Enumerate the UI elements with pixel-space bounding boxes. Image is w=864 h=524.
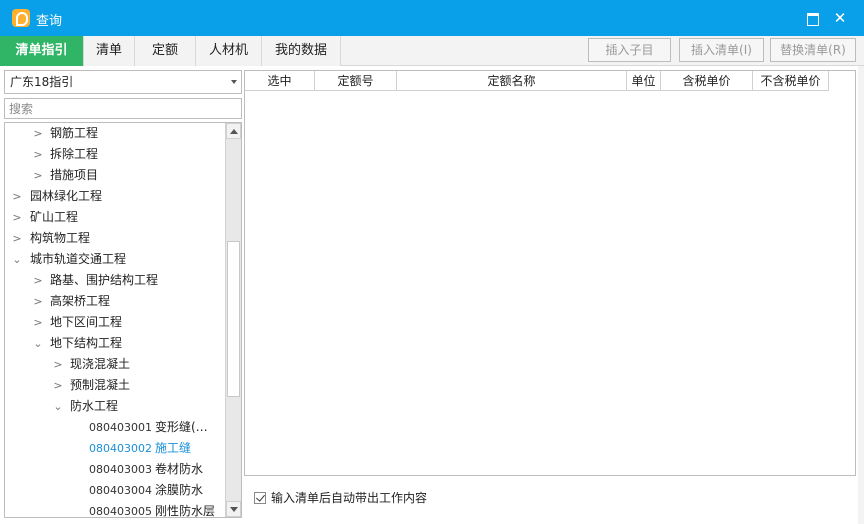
tab-labor-material-machine[interactable]: 人材机 — [196, 36, 262, 66]
tree-scrollbar[interactable] — [225, 123, 241, 517]
column-header-quota-code[interactable]: 定额号 — [315, 71, 397, 91]
tree-item[interactable]: > 高架桥工程 — [5, 291, 225, 312]
column-header-unit[interactable]: 单位 — [627, 71, 661, 91]
tree-item[interactable]: ⌄ 地下结构工程 — [5, 333, 225, 354]
auto-bring-label: 输入清单后自动带出工作内容 — [271, 491, 428, 505]
tree-item[interactable]: > 钢筋工程 — [5, 123, 225, 144]
chevron-right-icon[interactable]: > — [32, 291, 44, 312]
left-panel: 广东18指引 >钢筋工程 >拆除工程 >措施项目 >园林绿化工程 >矿山工程 >… — [4, 68, 242, 518]
tree-item[interactable]: ⌄ 防水工程 — [5, 396, 225, 417]
column-header-selected[interactable]: 选中 — [245, 71, 315, 91]
tree-leaf-item[interactable]: 080403003 卷材防水 — [5, 459, 225, 480]
query-dialog: 查询 ✕ 清单指引 清单 定额 人材机 我的数据 插入子目 插入清单(I) 替换… — [0, 0, 864, 524]
app-logo-icon — [12, 9, 30, 27]
window-edge — [858, 66, 864, 524]
auto-bring-checkbox[interactable] — [254, 492, 266, 504]
guide-library-select[interactable]: 广东18指引 — [4, 70, 242, 94]
tree-item[interactable]: > 地下区间工程 — [5, 312, 225, 333]
tab-quota[interactable]: 定额 — [135, 36, 196, 66]
title-bar: 查询 ✕ — [0, 0, 864, 36]
chevron-down-icon — [231, 80, 237, 84]
tree-item[interactable]: > 措施项目 — [5, 165, 225, 186]
tab-my-data[interactable]: 我的数据 — [262, 36, 341, 66]
tree-item[interactable]: > 矿山工程 — [5, 207, 225, 228]
tree-item[interactable]: > 现浇混凝土 — [5, 354, 225, 375]
column-header-tax-incl-price[interactable]: 含税单价 — [661, 71, 753, 91]
guide-tree: > 钢筋工程 > 拆除工程 > 措施项目 > 园林绿化工程 > 矿山工程 > 构筑物工程 ⌄… — [4, 122, 242, 518]
quota-grid: 选中 定额号 定额名称 单位 含税单价 不含税单价 — [244, 70, 856, 476]
chevron-right-icon[interactable]: > — [32, 165, 44, 186]
tree-item[interactable]: > 构筑物工程 — [5, 228, 225, 249]
scroll-down-icon[interactable] — [226, 501, 241, 517]
tab-list[interactable]: 清单 — [84, 36, 135, 66]
tree-leaf-item[interactable]: 080403001 变形缝(… — [5, 417, 225, 438]
chevron-right-icon[interactable]: > — [11, 186, 23, 207]
tree-leaf-item[interactable]: 080403005 刚性防水层 — [5, 501, 225, 517]
tab-list-guide[interactable]: 清单指引 — [0, 36, 84, 66]
tree-leaf-item-selected[interactable]: 080403002 施工缝 — [5, 438, 225, 459]
chevron-right-icon[interactable]: > — [11, 228, 23, 249]
dialog-title: 查询 — [36, 14, 63, 29]
close-icon[interactable]: ✕ — [830, 8, 850, 28]
chevron-right-icon[interactable]: > — [52, 354, 64, 375]
tree-item[interactable]: > 拆除工程 — [5, 144, 225, 165]
guide-library-value: 广东18指引 — [10, 75, 74, 89]
chevron-down-icon[interactable]: ⌄ — [52, 396, 64, 417]
tree-item[interactable]: ⌄ 城市轨道交通工程 — [5, 249, 225, 270]
insert-child-button[interactable]: 插入子目 — [588, 38, 671, 62]
tree-item[interactable]: > 路基、围护结构工程 — [5, 270, 225, 291]
scroll-up-icon[interactable] — [226, 123, 241, 139]
tab-toolbar-row: 清单指引 清单 定额 人材机 我的数据 插入子目 插入清单(I) 替换清单(R) — [0, 36, 864, 66]
column-header-tax-excl-price[interactable]: 不含税单价 — [753, 71, 829, 91]
chevron-right-icon[interactable]: > — [52, 375, 64, 396]
chevron-down-icon[interactable]: ⌄ — [32, 333, 44, 354]
grid-header: 选中 定额号 定额名称 单位 含税单价 不含税单价 — [245, 71, 829, 91]
tree-item[interactable]: > 园林绿化工程 — [5, 186, 225, 207]
chevron-right-icon[interactable]: > — [11, 207, 23, 228]
column-header-quota-name[interactable]: 定额名称 — [397, 71, 627, 91]
insert-list-button[interactable]: 插入清单(I) — [679, 38, 764, 62]
chevron-down-icon[interactable]: ⌄ — [11, 249, 23, 270]
chevron-right-icon[interactable]: > — [32, 123, 44, 144]
replace-list-button[interactable]: 替换清单(R) — [770, 38, 856, 62]
chevron-right-icon[interactable]: > — [32, 144, 44, 165]
tree-leaf-item[interactable]: 080403004 涂膜防水 — [5, 480, 225, 501]
tree-item[interactable]: > 预制混凝土 — [5, 375, 225, 396]
chevron-right-icon[interactable]: > — [32, 270, 44, 291]
search-input[interactable] — [4, 98, 242, 119]
chevron-right-icon[interactable]: > — [32, 312, 44, 333]
scrollbar-thumb[interactable] — [227, 241, 240, 397]
maximize-icon[interactable] — [802, 8, 822, 28]
